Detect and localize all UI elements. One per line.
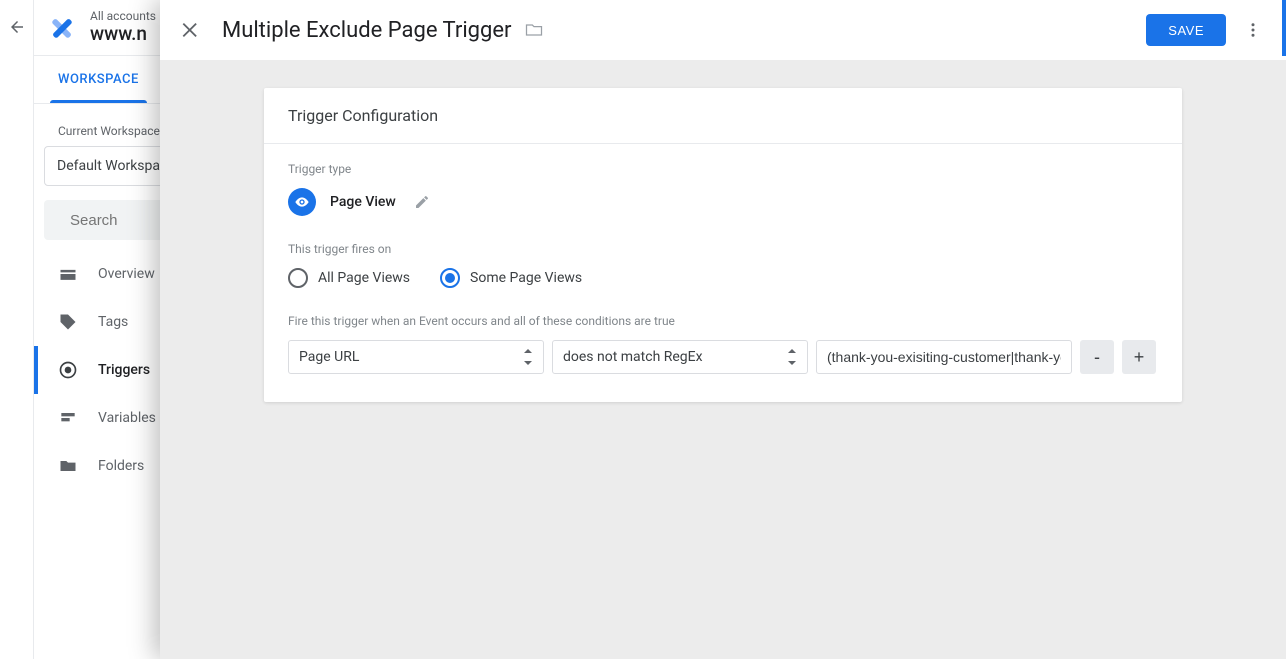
card-title: Trigger Configuration <box>264 88 1182 144</box>
sidebar-item-label: Folders <box>98 458 144 474</box>
back-icon[interactable] <box>8 18 26 36</box>
radio-label: Some Page Views <box>470 270 582 286</box>
save-button[interactable]: SAVE <box>1146 14 1226 46</box>
select-caret-icon <box>787 349 797 365</box>
radio-icon <box>288 268 308 288</box>
panel-header: Multiple Exclude Page Trigger SAVE <box>160 0 1286 60</box>
trigger-icon <box>58 360 78 380</box>
edit-trigger-type-icon[interactable] <box>414 194 430 210</box>
remove-condition-button[interactable]: - <box>1080 340 1114 374</box>
condition-value-field[interactable] <box>827 349 1061 365</box>
breadcrumb-accounts: All accounts <box>90 9 156 23</box>
close-icon[interactable] <box>180 19 202 41</box>
page-view-icon <box>288 188 316 216</box>
condition-operator-select[interactable]: does not match RegEx <box>552 340 808 374</box>
radio-icon <box>440 268 460 288</box>
condition-value-input[interactable] <box>816 340 1072 374</box>
more-menu-icon[interactable] <box>1244 21 1262 39</box>
breadcrumb[interactable]: All accounts www.n <box>90 9 156 46</box>
select-value: Page URL <box>299 349 359 365</box>
condition-variable-select[interactable]: Page URL <box>288 340 544 374</box>
move-to-folder-icon[interactable] <box>524 20 544 40</box>
radio-label: All Page Views <box>318 270 410 286</box>
variable-icon <box>58 408 78 428</box>
trigger-type-name: Page View <box>330 194 396 210</box>
gtm-logo-icon <box>48 14 76 42</box>
folder-icon <box>58 456 78 476</box>
radio-some-page-views[interactable]: Some Page Views <box>440 268 582 288</box>
tab-workspace[interactable]: WORKSPACE <box>34 56 163 103</box>
tag-icon <box>58 312 78 332</box>
trigger-editor-panel: Multiple Exclude Page Trigger SAVE Trigg… <box>160 0 1286 659</box>
panel-title[interactable]: Multiple Exclude Page Trigger <box>222 18 512 43</box>
trigger-config-card: Trigger Configuration Trigger type Page … <box>264 88 1182 402</box>
sidebar-item-label: Tags <box>98 314 128 330</box>
sidebar-item-label: Overview <box>98 266 155 282</box>
select-value: does not match RegEx <box>563 349 703 365</box>
fires-on-label: This trigger fires on <box>288 242 1158 256</box>
condition-intro: Fire this trigger when an Event occurs a… <box>288 314 1158 328</box>
breadcrumb-site: www.n <box>90 23 156 46</box>
select-caret-icon <box>523 349 533 365</box>
condition-row: Page URL does not match RegEx - + <box>288 340 1158 374</box>
sidebar-item-label: Triggers <box>98 362 150 378</box>
fires-on-radios: All Page Views Some Page Views <box>288 268 1158 288</box>
workspace-name: Default Workspace <box>57 158 175 174</box>
overview-icon <box>58 264 78 284</box>
trigger-type-label: Trigger type <box>288 162 1158 176</box>
add-condition-button[interactable]: + <box>1122 340 1156 374</box>
sidebar-item-label: Variables <box>98 410 156 426</box>
radio-all-page-views[interactable]: All Page Views <box>288 268 410 288</box>
